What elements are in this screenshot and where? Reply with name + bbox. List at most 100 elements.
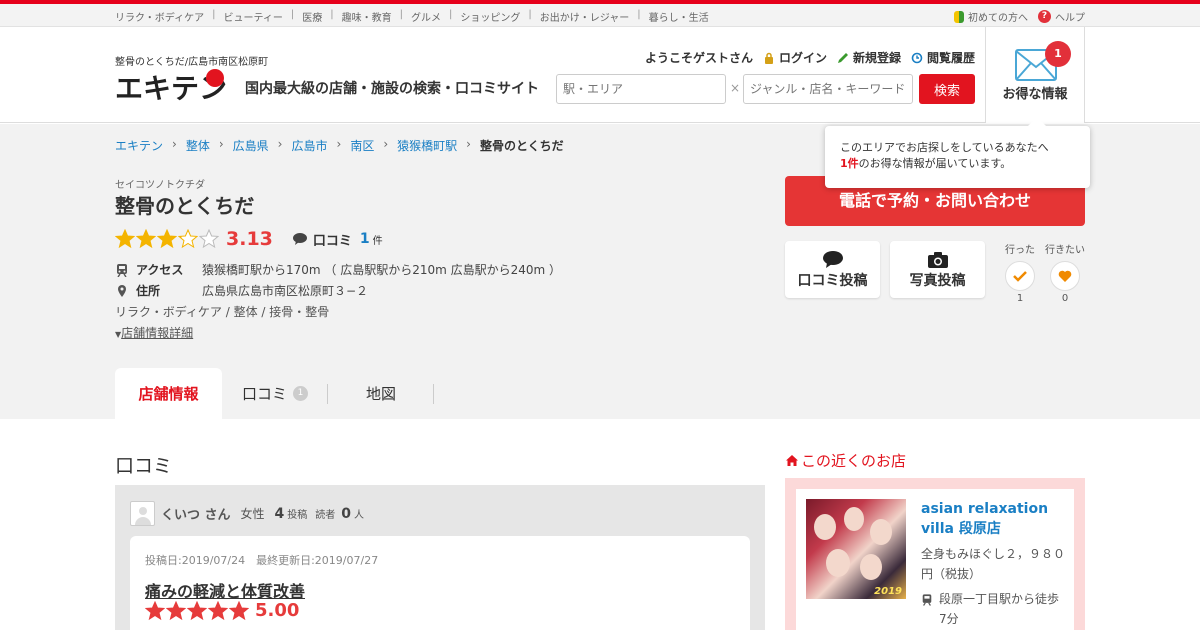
keyword-search-input[interactable] [743, 74, 913, 104]
category-separator: | [528, 9, 532, 20]
reviewer-info: くいつ さん 女性 4 投稿 読者 0 人 [130, 501, 364, 526]
category-nav: リラク・ボディケア | ビューティー | 医療 | 趣味・教育 | グルメ | ショッピング | お出か… [115, 9, 709, 24]
category-link[interactable]: 医療 [302, 9, 322, 24]
check-icon [1013, 271, 1027, 282]
tab-shop-info[interactable]: 店舗情報 [115, 368, 222, 419]
want-count: 0 [1061, 293, 1069, 304]
nearby-shop-photo[interactable]: 2019 [806, 499, 906, 599]
nearby-shop-card[interactable]: 2019 asian relaxation villa 段原店 全身もみほぐし２… [796, 489, 1074, 630]
deals-popup[interactable]: このエリアでお店探しをしているあなたへ 1件のお得な情報が届いています。 [825, 117, 1090, 188]
shop-name: 整骨のとくちだ [115, 194, 255, 218]
avatar[interactable] [130, 501, 155, 526]
breadcrumb-link[interactable]: 広島市 [291, 137, 327, 154]
review-stars [145, 600, 250, 621]
nearby-shop-access: 段原一丁目駅から徒歩7分 [921, 589, 1066, 629]
nearby-shop-desc: 全身もみほぐし２，９８０円（税抜） [921, 547, 1066, 581]
reviewer-posts-unit: 投稿 [287, 510, 308, 521]
star-icon [115, 229, 135, 249]
category-link[interactable]: 暮らし・生活 [649, 9, 709, 24]
site-sub-heading: 整骨のとくちだ/広島市南区松原町 [115, 57, 269, 68]
want-label: 行きたい [1045, 245, 1085, 256]
breadcrumb-link[interactable]: エキテン [115, 137, 163, 154]
home-icon [786, 455, 798, 466]
category-separator: | [637, 9, 641, 20]
search-separator: × [730, 81, 741, 95]
welcome-text: ようこそゲストさん [644, 51, 753, 65]
category-link[interactable]: ショッピング [460, 9, 520, 24]
map-pin-icon [118, 284, 126, 297]
category-separator: | [330, 9, 334, 20]
train-icon [117, 263, 127, 277]
review-count-link[interactable]: 口コミ 1 件 [292, 230, 383, 249]
popup-line2: のお得な情報が届いています。 [858, 157, 1012, 170]
want-toggle[interactable]: 行きたい 0 [1045, 241, 1085, 304]
category-separator: | [449, 9, 453, 20]
category-link[interactable]: リラク・ボディケア [115, 9, 204, 24]
chevron-right-icon: › [218, 137, 224, 151]
went-label: 行った [1005, 245, 1035, 256]
lock-icon [764, 52, 773, 64]
pencil-icon [837, 52, 848, 63]
breadcrumb-link[interactable]: 南区 [350, 137, 374, 154]
shop-genre: リラク・ボディケア / 整体 / 接骨・整骨 [115, 305, 330, 319]
chevron-right-icon: › [466, 137, 471, 151]
popup-line2-wrap: 1件のお得な情報が届いています。 [840, 156, 1075, 172]
first-time-link[interactable]: 初めての方へ [968, 9, 1028, 24]
rating-stars [115, 229, 220, 249]
speech-bubble-icon [292, 233, 307, 245]
star-icon [136, 229, 156, 249]
reviewer-name[interactable]: くいつ さん [161, 504, 231, 523]
deals-label: お得な情報 [1002, 87, 1068, 102]
reviewer-readers-count: 0 [341, 505, 352, 522]
review-date: 投稿日:2019/07/24 最終更新日:2019/07/27 [145, 554, 379, 567]
star-icon [166, 600, 186, 620]
tab-reviews[interactable]: 口コミ 1 [222, 368, 328, 419]
area-search-input[interactable] [556, 74, 726, 104]
tab-map[interactable]: 地図 [328, 368, 434, 419]
history-link[interactable]: 閲覧履歴 [911, 49, 975, 66]
went-count: 1 [1016, 293, 1024, 304]
search-button[interactable]: 検索 [919, 74, 975, 104]
rating-row: 3.13 口コミ 1 件 [115, 228, 383, 250]
register-link[interactable]: 新規登録 [837, 49, 901, 66]
heart-icon [1058, 270, 1072, 282]
nearby-list: 2019 asian relaxation villa 段原店 全身もみほぐし２… [785, 478, 1085, 630]
photo-year-stamp: 2019 [874, 586, 902, 597]
star-icon [178, 229, 198, 249]
post-review-button[interactable]: 口コミ投稿 [785, 241, 880, 298]
deals-button[interactable]: 1 お得な情報 [985, 27, 1085, 123]
popup-count: 1件 [840, 157, 859, 170]
help-link[interactable]: ヘルプ [1055, 9, 1085, 24]
star-icon [229, 600, 249, 620]
star-icon [199, 229, 219, 249]
chevron-right-icon: › [277, 137, 283, 151]
category-link[interactable]: 趣味・教育 [342, 9, 392, 24]
breadcrumb-link[interactable]: 猿猴橋町駅 [397, 137, 457, 154]
category-link[interactable]: お出かけ・レジャー [540, 9, 630, 24]
review-title[interactable]: 痛みの軽減と体質改善 [145, 578, 305, 602]
star-icon [145, 600, 165, 620]
breadcrumb-link[interactable]: 整体 [186, 137, 210, 154]
access-row: アクセス 猿猴橋町駅から170m （ 広島駅駅から210m 広島駅から240m … [115, 261, 561, 278]
shop-detail-link[interactable]: ▼店舗情報詳細 [115, 324, 193, 341]
nearby-shop-name[interactable]: asian relaxation villa 段原店 [921, 499, 1066, 539]
ekiten-logo[interactable]: エキテン [115, 69, 231, 105]
breadcrumb-link[interactable]: 広島県 [233, 137, 269, 154]
top-links: 初めての方へ ? ヘルプ [954, 9, 1085, 24]
category-link[interactable]: ビューティー [223, 9, 282, 24]
login-link[interactable]: ログイン [763, 49, 827, 66]
went-toggle[interactable]: 行った 1 [1000, 241, 1040, 304]
user-links: ようこそゲストさん ログイン 新規登録 閲覧履歴 [645, 49, 975, 66]
category-separator: | [212, 9, 216, 20]
history-icon [911, 52, 923, 63]
top-category-bar: リラク・ボディケア | ビューティー | 医療 | 趣味・教育 | グルメ | ショッピング | お出か… [0, 0, 1200, 27]
review-item: くいつ さん 女性 4 投稿 読者 0 人 投稿日:2019/07/24 最終更… [115, 485, 765, 630]
shop-name-kana: セイコツノトクチダ [115, 180, 205, 191]
breadcrumb-current: 整骨のとくちだ [479, 139, 564, 153]
site-header: 整骨のとくちだ/広島市南区松原町 エキテン 国内最大級の店舗・施設の検索・口コミ… [0, 27, 1200, 123]
post-photo-button[interactable]: 写真投稿 [890, 241, 985, 298]
category-link[interactable]: グルメ [411, 9, 441, 24]
address-label: 住所 [136, 284, 161, 298]
star-icon [157, 229, 177, 249]
star-icon [208, 600, 228, 620]
